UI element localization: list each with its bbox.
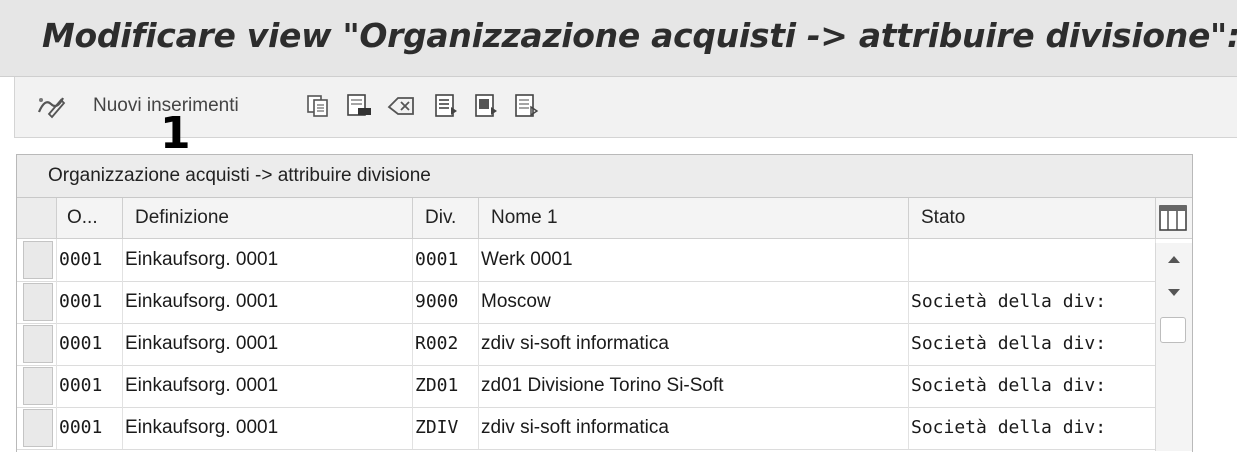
column-header-status[interactable]: Stato	[909, 198, 1156, 238]
copy-as-icon	[307, 95, 328, 117]
copy-as-button[interactable]	[305, 91, 331, 121]
scroll-up-button[interactable]	[1156, 245, 1192, 273]
row-selector-cell[interactable]	[17, 239, 57, 281]
cell-name: Moscow	[479, 281, 909, 323]
title-bar: Modificare view "Organizzazione acquisti…	[0, 0, 1237, 77]
column-header-definition[interactable]: Definizione	[123, 198, 413, 238]
cell-org: 0001	[57, 407, 123, 449]
undo-change-button[interactable]	[385, 91, 417, 121]
select-block-icon	[475, 94, 497, 117]
row-selector[interactable]	[23, 367, 53, 405]
delete-button[interactable]	[345, 91, 373, 121]
table-row[interactable]: 0001 Einkaufsorg. 0001 0001 Werk 0001	[17, 239, 1192, 282]
cell-definition: Einkaufsorg. 0001	[123, 323, 413, 365]
row-selector[interactable]	[23, 241, 53, 279]
vertical-scrollbar[interactable]	[1155, 243, 1192, 451]
cell-definition: Einkaufsorg. 0001	[123, 281, 413, 323]
table-row[interactable]: 0001 Einkaufsorg. 0001 ZD01 zd01 Divisione …	[17, 365, 1192, 408]
deselect-all-button[interactable]	[513, 91, 539, 121]
scroll-thumb[interactable]	[1160, 317, 1186, 343]
table-settings-button[interactable]	[1158, 203, 1188, 233]
cell-plant[interactable]: R002	[413, 323, 479, 365]
row-selector[interactable]	[23, 283, 53, 321]
column-header-org[interactable]: O...	[57, 198, 123, 238]
table-header: O... Definizione Div. Nome 1 Stato	[17, 198, 1192, 239]
select-block-button[interactable]	[473, 91, 499, 121]
cell-status: Società della div:	[909, 281, 1156, 323]
table-caption: Organizzazione acquisti -> attribuire di…	[48, 165, 431, 186]
row-selector-cell[interactable]	[17, 323, 57, 365]
triangle-down-icon	[1168, 289, 1180, 296]
row-selector-cell[interactable]	[17, 365, 57, 407]
triangle-up-icon	[1168, 256, 1180, 263]
delete-icon	[347, 94, 371, 116]
cell-plant[interactable]: ZD01	[413, 365, 479, 407]
column-header-plant[interactable]: Div.	[413, 198, 479, 238]
toggle-change-display-icon	[37, 97, 66, 119]
cell-name: zdiv si-soft informatica	[479, 407, 909, 449]
table-row[interactable]: 0001 Einkaufsorg. 0001 R002 zdiv si-soft in…	[17, 323, 1192, 366]
cell-plant[interactable]: 0001	[413, 239, 479, 281]
page-title: Modificare view "Organizzazione acquisti…	[42, 16, 1237, 55]
row-selector-cell[interactable]	[17, 407, 57, 449]
select-all-icon	[435, 94, 457, 117]
scroll-down-button[interactable]	[1156, 279, 1192, 307]
toggle-change-display-button[interactable]	[35, 91, 67, 121]
cell-org: 0001	[57, 281, 123, 323]
table-control: Organizzazione acquisti -> attribuire di…	[16, 154, 1193, 452]
cell-plant[interactable]: 9000	[413, 281, 479, 323]
column-header-name[interactable]: Nome 1	[479, 198, 909, 238]
table-caption-bar: Organizzazione acquisti -> attribuire di…	[17, 155, 1192, 198]
undo-change-icon	[387, 97, 414, 115]
cell-org: 0001	[57, 323, 123, 365]
cell-definition: Einkaufsorg. 0001	[123, 407, 413, 449]
cell-plant[interactable]: ZDIV	[413, 407, 479, 449]
cell-name: zdiv si-soft informatica	[479, 323, 909, 365]
column-settings-icon	[1159, 205, 1187, 231]
callout-number: 1	[160, 108, 191, 159]
row-selector-cell[interactable]	[17, 281, 57, 323]
cell-status	[909, 239, 1156, 281]
cell-org: 0001	[57, 239, 123, 281]
table-row[interactable]: 0001 Einkaufsorg. 0001 ZDIV zdiv si-soft in…	[17, 407, 1192, 450]
deselect-all-icon	[515, 94, 539, 117]
cell-status: Società della div:	[909, 407, 1156, 449]
cell-name: zd01 Divisione Torino Si-Soft	[479, 365, 909, 407]
application-toolbar: Nuovi inserimenti	[14, 77, 1237, 138]
cell-org: 0001	[57, 365, 123, 407]
cell-status: Società della div:	[909, 323, 1156, 365]
cell-status: Società della div:	[909, 365, 1156, 407]
row-selector[interactable]	[23, 325, 53, 363]
select-all-button[interactable]	[433, 91, 459, 121]
select-all-rows-cell[interactable]	[17, 198, 57, 238]
row-selector[interactable]	[23, 409, 53, 447]
cell-definition: Einkaufsorg. 0001	[123, 365, 413, 407]
table-row[interactable]: 0001 Einkaufsorg. 0001 9000 Moscow Società d…	[17, 281, 1192, 324]
cell-name: Werk 0001	[479, 239, 909, 281]
cell-definition: Einkaufsorg. 0001	[123, 239, 413, 281]
